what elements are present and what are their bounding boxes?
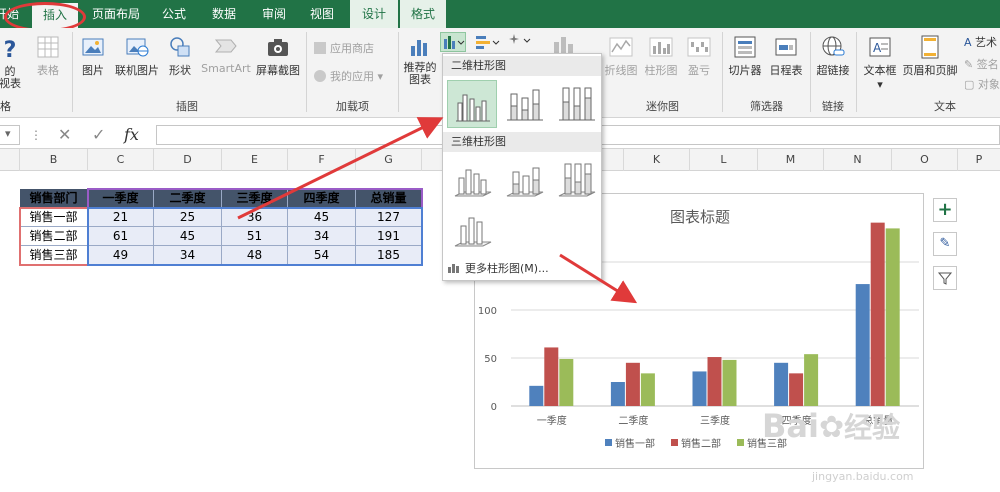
watermark-url: jingyan.baidu.com	[812, 470, 914, 483]
annotation-arrow-to-dropdown	[237, 117, 444, 220]
annotation-arrow-to-chart	[559, 253, 638, 304]
watermark-logo: Bai✿经验	[762, 406, 900, 446]
watermark-brand: Bai	[762, 407, 819, 445]
paw-icon: ✿	[818, 410, 845, 445]
excel-window: 开始 插入 页面布局 公式 数据 审阅 视图 设计 格式 ? 的 视表 表格 格…	[0, 0, 1000, 492]
watermark-brand-2: 经验	[844, 411, 901, 444]
